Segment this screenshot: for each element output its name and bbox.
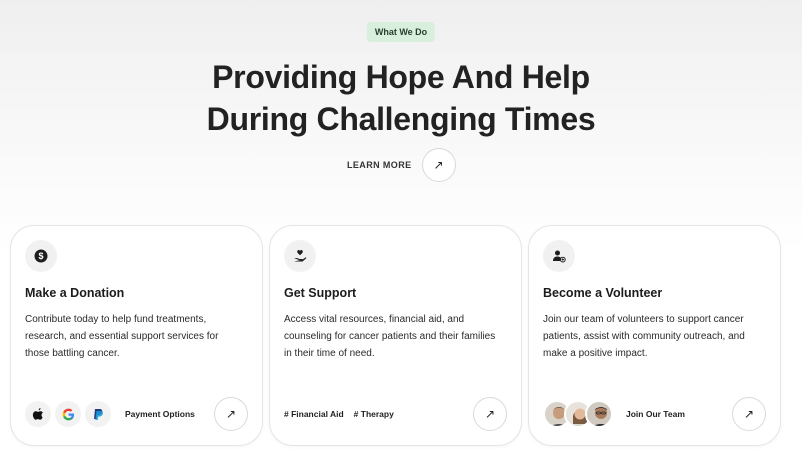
dollar-icon: $ — [25, 240, 57, 272]
arrow-up-right-icon: ↗ — [484, 407, 496, 421]
apple-icon — [25, 401, 51, 427]
card-title: Become a Volunteer — [543, 286, 663, 300]
hand-heart-icon — [284, 240, 316, 272]
section-badge: What We Do — [366, 22, 436, 42]
svg-text:$: $ — [38, 251, 43, 261]
volunteer-arrow-button[interactable]: ↗ — [732, 397, 766, 431]
card-description: Contribute today to help fund treatments… — [25, 314, 219, 359]
learn-more-link[interactable]: LEARN MORE ↗ — [347, 148, 456, 182]
paypal-icon — [85, 401, 111, 427]
user-add-icon — [543, 240, 575, 272]
page-title: Providing Hope And Help During Challengi… — [0, 56, 802, 140]
volunteer-avatars — [543, 400, 613, 428]
tag-financial-aid[interactable]: # Financial Aid — [284, 409, 344, 419]
support-card: Get Support Access vital resources, fina… — [269, 225, 522, 446]
title-line-1: Providing Hope And Help — [212, 59, 590, 95]
card-title: Get Support — [284, 286, 357, 300]
volunteer-card: Become a Volunteer Join our team of volu… — [528, 225, 781, 446]
join-our-team-label[interactable]: Join Our Team — [626, 409, 685, 419]
learn-more-label: LEARN MORE — [347, 160, 412, 170]
card-title: Make a Donation — [25, 286, 125, 300]
donation-arrow-button[interactable]: ↗ — [214, 397, 248, 431]
card-footer: Join Our Team ↗ — [543, 396, 766, 432]
card-footer: # Financial Aid # Therapy ↗ — [284, 396, 507, 432]
learn-more-button[interactable]: ↗ — [421, 148, 456, 182]
title-line-2: During Challenging Times — [206, 101, 596, 137]
donation-card: $ Make a Donation Contribute today to he… — [10, 225, 263, 446]
payment-icons — [25, 401, 111, 427]
arrow-up-right-icon: ↗ — [433, 158, 444, 172]
support-arrow-button[interactable]: ↗ — [473, 397, 507, 431]
card-description: Join our team of volunteers to support c… — [543, 314, 745, 359]
card-description: Access vital resources, financial aid, a… — [284, 314, 496, 359]
avatar — [585, 400, 613, 428]
card-footer: Payment Options ↗ — [25, 396, 248, 432]
arrow-up-right-icon: ↗ — [225, 407, 237, 421]
google-icon — [55, 401, 81, 427]
tag-therapy[interactable]: # Therapy — [354, 409, 394, 419]
payment-options-label: Payment Options — [125, 409, 195, 419]
arrow-up-right-icon: ↗ — [743, 407, 755, 421]
